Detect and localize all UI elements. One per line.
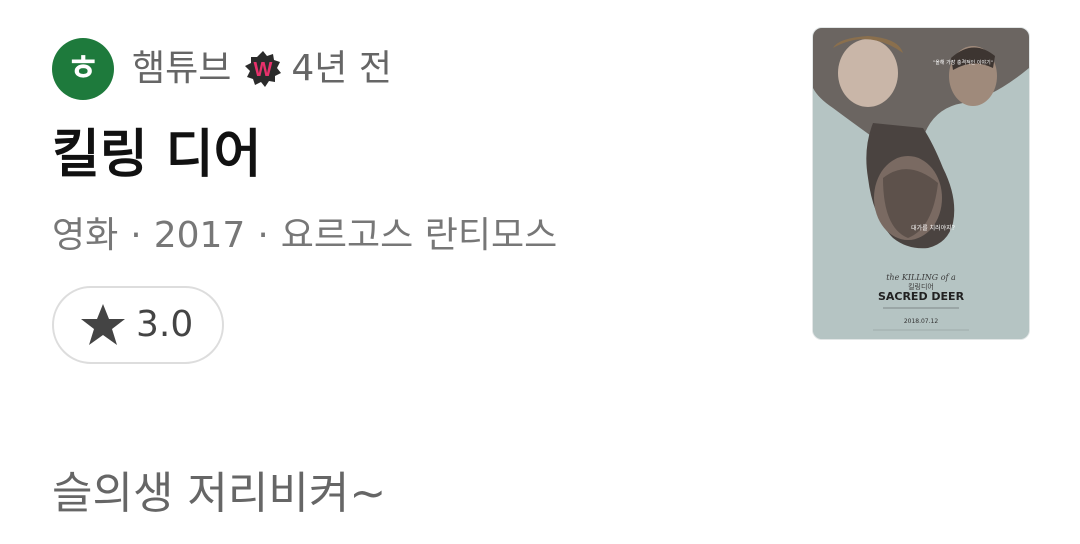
meta-separator: ·	[130, 215, 142, 256]
author-row: ㅎ 햄튜브 W 4년 전	[52, 38, 392, 100]
rating-badge: 3.0	[52, 286, 224, 364]
content-director: 요르고스 란티모스	[280, 215, 558, 256]
meta-separator: ·	[257, 215, 269, 256]
post-time: 4년 전	[291, 48, 392, 89]
author-name[interactable]: 햄튜브	[132, 51, 231, 87]
badge-letter: W	[254, 59, 273, 81]
review-card[interactable]: ㅎ 햄튜브 W 4년 전 킬링 디어 영화 · 2017 · 요르고스 란티모스 3.0…	[0, 0, 1080, 544]
poster-date: 2018.07.12	[904, 318, 939, 325]
movie-poster[interactable]: "올해 가장 충격적인 이야기" 대가를 치러야지? the KILLING o…	[812, 27, 1030, 340]
avatar[interactable]: ㅎ	[52, 38, 114, 100]
content-title[interactable]: 킬링 디어	[52, 124, 261, 186]
rating-value: 3.0	[136, 304, 194, 345]
avatar-initial: ㅎ	[66, 48, 100, 89]
poster-title-large: SACRED DEER	[878, 290, 965, 303]
content-meta: 영화 · 2017 · 요르고스 란티모스	[52, 214, 557, 257]
content-category: 영화	[52, 215, 119, 256]
poster-title-small: the KILLING of a	[886, 273, 956, 282]
poster-tagline: 대가를 치러야지?	[911, 224, 955, 232]
poster-quote: "올해 가장 충격적인 이야기"	[933, 59, 993, 66]
star-icon	[81, 304, 125, 345]
watcha-badge-icon: W	[243, 49, 283, 89]
content-year: 2017	[153, 215, 246, 256]
review-comment[interactable]: 슬의생 저리비켜~	[52, 468, 386, 521]
